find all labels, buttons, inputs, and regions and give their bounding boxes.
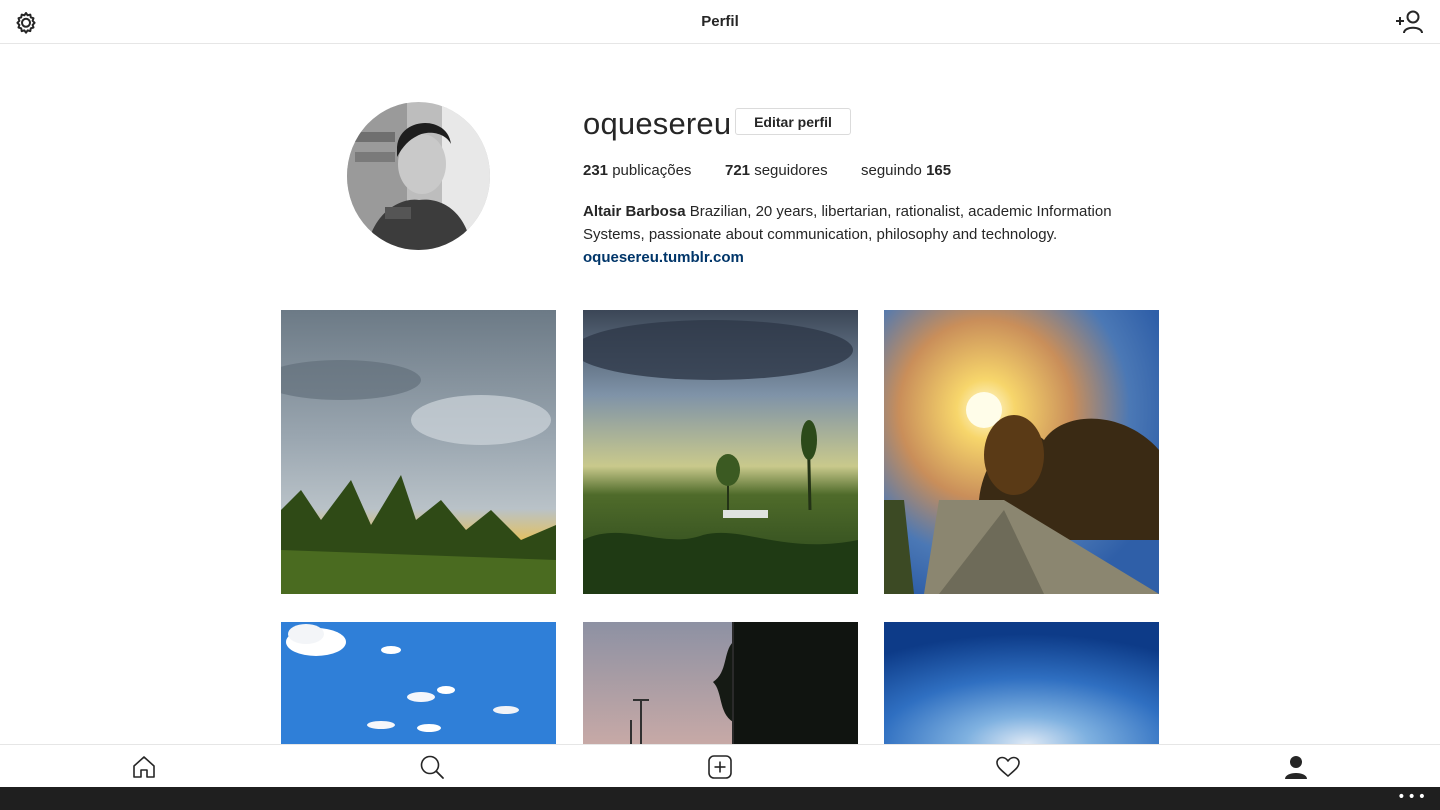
heart-icon (996, 756, 1020, 777)
add-user-icon[interactable] (1394, 9, 1426, 35)
following-count: 165 (926, 162, 952, 179)
photo-sunset-road[interactable] (884, 310, 1159, 594)
top-bar: Perfil (0, 0, 1440, 44)
photo-field-trees-clouds[interactable] (583, 310, 858, 594)
edit-profile-button[interactable]: Editar perfil (735, 108, 851, 135)
photo-cloudy-sky-plants[interactable] (281, 310, 556, 594)
followers-label: seguidores (754, 162, 828, 179)
nav-activity[interactable] (994, 753, 1022, 781)
following-label: seguindo (861, 162, 922, 179)
add-post-icon (708, 755, 732, 779)
posts-stat[interactable]: 231 publicações (583, 162, 691, 179)
avatar[interactable] (347, 102, 490, 250)
page-title: Perfil (701, 13, 739, 30)
more-options-icon[interactable]: ••• (1397, 789, 1428, 805)
username: oquesereu (583, 106, 732, 141)
profile-bio: Altair Barbosa Brazilian, 20 years, libe… (583, 200, 1123, 269)
search-icon (420, 755, 444, 779)
photo-blue-sky-sun[interactable] (884, 622, 1159, 744)
website-link[interactable]: oquesereu.tumblr.com (583, 246, 1123, 269)
photo-blue-sky-clouds[interactable] (281, 622, 556, 744)
photo-trees-street-lights[interactable] (583, 622, 858, 744)
nav-profile[interactable] (1282, 753, 1310, 781)
posts-label: publicações (612, 162, 692, 179)
nav-home[interactable] (130, 753, 158, 781)
full-name: Altair Barbosa (583, 203, 686, 220)
home-icon (133, 756, 155, 778)
nav-add-post[interactable] (706, 753, 734, 781)
profile-icon (1285, 756, 1307, 779)
photo-grid (281, 310, 1159, 744)
bottom-nav (0, 744, 1440, 787)
system-taskbar: ••• (0, 787, 1440, 810)
profile-header: oquesereu Editar perfil 231 publicações … (0, 44, 1440, 310)
followers-stat[interactable]: 721 seguidores (725, 162, 828, 179)
following-stat[interactable]: seguindo 165 (861, 162, 951, 179)
nav-search[interactable] (418, 753, 446, 781)
followers-count: 721 (725, 162, 751, 179)
posts-count: 231 (583, 162, 609, 179)
